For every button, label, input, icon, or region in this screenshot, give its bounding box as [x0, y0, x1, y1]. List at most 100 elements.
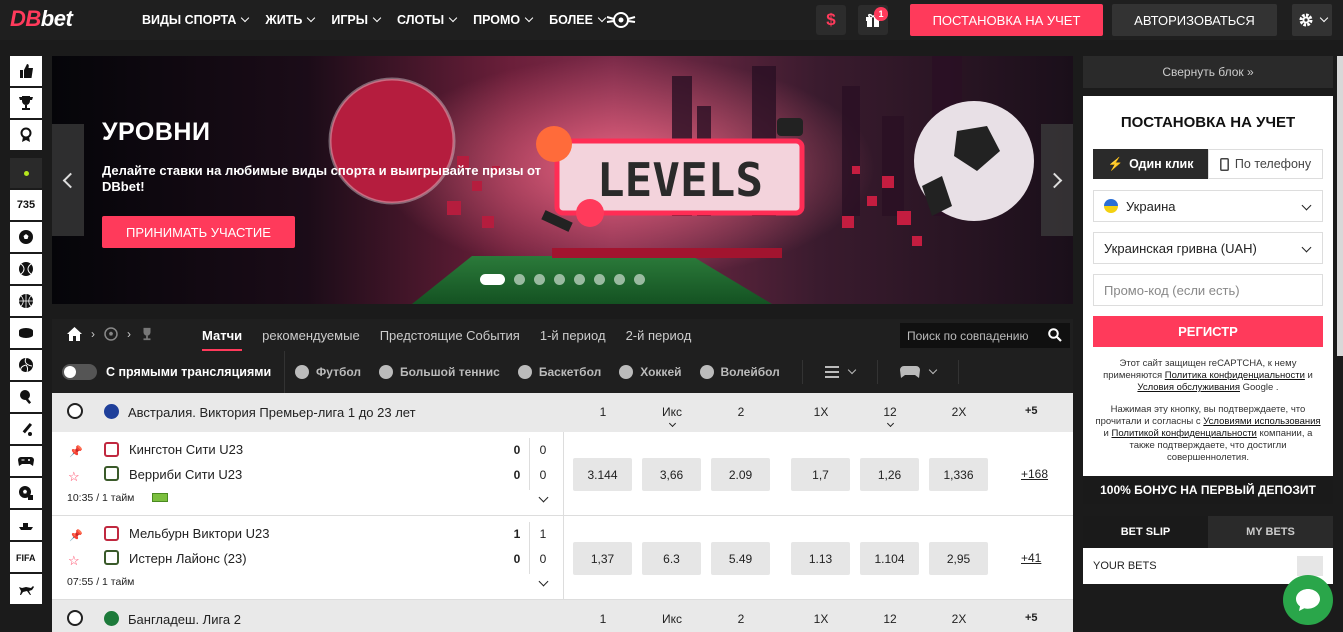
banner-dot[interactable]: [574, 274, 585, 285]
chevron-down-icon[interactable]: [886, 419, 895, 428]
banner-dot[interactable]: [614, 274, 625, 285]
star-icon[interactable]: ☆: [68, 553, 80, 569]
winged-ball-icon[interactable]: [606, 9, 636, 31]
banner-participate-button[interactable]: ПРИНИМАТЬ УЧАСТИЕ: [102, 216, 295, 248]
tab-events-4[interactable]: 2-й период: [626, 319, 692, 351]
esports-menu[interactable]: [899, 365, 938, 379]
sport-hockey[interactable]: [10, 318, 42, 348]
banner-next-button[interactable]: [1041, 124, 1073, 236]
first-deposit-bonus-banner[interactable]: 100% БОНУС НА ПЕРВЫЙ ДЕПОЗИТ: [1083, 476, 1333, 504]
table-row[interactable]: 📌 ☆ Мельбурн Виктори U23 Истерн Лайонс (23)…: [52, 516, 1073, 600]
odds-button[interactable]: 2.09: [711, 458, 770, 491]
sport-fifa[interactable]: FIFA: [10, 542, 42, 572]
pin-icon[interactable]: 📌: [69, 529, 83, 542]
tab-by-phone[interactable]: По телефону: [1208, 149, 1323, 179]
odds-button[interactable]: 1.104: [860, 542, 919, 575]
promo-code-input[interactable]: [1093, 274, 1323, 306]
banner-prev-button[interactable]: [52, 124, 84, 236]
tab-my-bets[interactable]: MY BETS: [1208, 516, 1333, 548]
match-search-input[interactable]: [900, 323, 1070, 348]
banner-dot[interactable]: [514, 274, 525, 285]
promo-banner[interactable]: LEVELS УРОВНИ Делайте ставки на любимые …: [52, 56, 1073, 304]
sport-virtual-football[interactable]: [10, 478, 42, 508]
nav-slots[interactable]: СЛОТЫ: [397, 13, 458, 27]
country-select[interactable]: Украина: [1093, 190, 1323, 222]
more-markets-link[interactable]: +168: [1021, 467, 1048, 481]
nav-sports[interactable]: ВИДЫ СПОРТА: [142, 13, 250, 27]
sport-filter-0[interactable]: Футбол: [295, 365, 361, 379]
home-icon[interactable]: [67, 327, 82, 341]
nav-live[interactable]: ЖИТЬ: [265, 13, 316, 27]
banner-dot[interactable]: [534, 274, 545, 285]
odds-button[interactable]: 3.144: [573, 458, 632, 491]
odds-button[interactable]: 1,7: [791, 458, 850, 491]
sport-dog-racing[interactable]: [10, 574, 42, 604]
register-button[interactable]: ПОСТАНОВКА НА УЧЕТ: [910, 4, 1103, 36]
register-submit-button[interactable]: РЕГИСТР: [1093, 316, 1323, 347]
logo[interactable]: DBbet: [10, 6, 73, 32]
tab-one-click[interactable]: ⚡ Один клик: [1093, 149, 1208, 179]
banner-dot[interactable]: [480, 274, 505, 285]
live-indicator[interactable]: [10, 158, 42, 188]
nav-more[interactable]: БОЛЕЕ: [549, 13, 607, 27]
banner-dot[interactable]: [594, 274, 605, 285]
sport-esports[interactable]: [10, 446, 42, 476]
privacy-policy-link[interactable]: Политика конфиденциальности: [1165, 370, 1305, 381]
sport-table-tennis[interactable]: [10, 382, 42, 412]
search-icon[interactable]: [1048, 328, 1062, 342]
star-icon[interactable]: ☆: [68, 469, 80, 485]
privacy-policy-link[interactable]: Политикой конфиденциальности: [1112, 428, 1257, 439]
more-markets-header[interactable]: +5: [1025, 405, 1038, 417]
sport-volleyball[interactable]: [10, 350, 42, 380]
pin-icon[interactable]: 📌: [69, 445, 83, 458]
currency-select[interactable]: Украинская гривна (UAH): [1093, 232, 1323, 264]
sport-filter-1[interactable]: Большой теннис: [379, 365, 500, 379]
odds-button[interactable]: 5.49: [711, 542, 770, 575]
odds-button[interactable]: 1,37: [573, 542, 632, 575]
more-markets-header[interactable]: +5: [1025, 612, 1038, 624]
tab-events-3[interactable]: 1-й период: [540, 319, 606, 351]
more-sports-menu[interactable]: [824, 365, 857, 378]
tab-events-2[interactable]: Предстоящие События: [380, 319, 520, 351]
tab-bet-slip[interactable]: BET SLIP: [1083, 516, 1208, 548]
odds-button[interactable]: 1,336: [929, 458, 988, 491]
sport-cricket[interactable]: [10, 414, 42, 444]
sport-filter-4[interactable]: Волейбол: [699, 365, 780, 379]
tab-events-1[interactable]: рекомендуемые: [262, 319, 360, 351]
league-header[interactable]: Австралия. Виктория Премьер-лига 1 до 23…: [52, 393, 1073, 432]
odds-button[interactable]: 6.3: [642, 542, 701, 575]
banner-dot[interactable]: [634, 274, 645, 285]
trophy-icon[interactable]: [140, 327, 154, 341]
live-stream-toggle[interactable]: [62, 364, 97, 380]
nav-promo[interactable]: ПРОМО: [473, 13, 534, 27]
favorites-item[interactable]: [10, 56, 42, 86]
league-header[interactable]: Бангладеш. Лига 2 1 Икс 2 1X 12 2X +5: [52, 600, 1073, 632]
banner-dot[interactable]: [554, 274, 565, 285]
settings-button[interactable]: [1292, 4, 1332, 36]
terms-of-service-link[interactable]: Условия обслуживания: [1137, 382, 1240, 393]
sport-tennis[interactable]: [10, 254, 42, 284]
football-icon[interactable]: [104, 327, 118, 341]
odds-button[interactable]: 2,95: [929, 542, 988, 575]
collapse-block-button[interactable]: Свернуть блок »: [1083, 56, 1333, 88]
bet-slip-toggle[interactable]: [1297, 556, 1323, 576]
live-count-item[interactable]: 735: [10, 190, 42, 220]
odds-button[interactable]: 1,26: [860, 458, 919, 491]
more-markets-link[interactable]: +41: [1021, 551, 1041, 565]
chevron-down-icon[interactable]: [538, 576, 549, 587]
awards-item[interactable]: [10, 120, 42, 150]
table-row[interactable]: 📌 ☆ Кингстон Сити U23 Верриби Сити U23 0 0 0 0 1…: [52, 432, 1073, 516]
scrollbar[interactable]: [1337, 56, 1343, 356]
odds-button[interactable]: 1.13: [791, 542, 850, 575]
sport-football[interactable]: [10, 222, 42, 252]
sport-filter-3[interactable]: Хоккей: [619, 365, 682, 379]
login-button[interactable]: АВТОРИЗОВАТЬСЯ: [1112, 4, 1277, 36]
tournaments-item[interactable]: [10, 88, 42, 118]
tab-events-0[interactable]: Матчи: [202, 319, 243, 351]
odds-button[interactable]: 3,66: [642, 458, 701, 491]
live-chat-button[interactable]: [1283, 575, 1333, 625]
deposit-button[interactable]: $: [816, 5, 846, 35]
sport-boats[interactable]: [10, 510, 42, 540]
sport-basketball[interactable]: [10, 286, 42, 316]
chevron-down-icon[interactable]: [668, 419, 677, 428]
